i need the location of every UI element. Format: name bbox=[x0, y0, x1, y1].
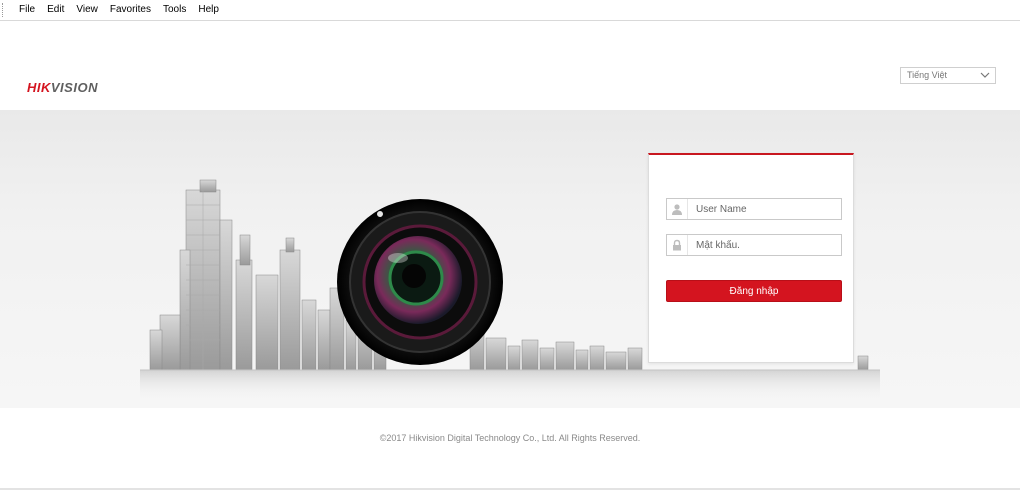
menu-tools[interactable]: Tools bbox=[157, 1, 192, 19]
chevron-down-icon bbox=[980, 72, 990, 78]
menu-favorites[interactable]: Favorites bbox=[104, 1, 157, 19]
logo-vision: VISION bbox=[50, 80, 98, 95]
footer-copyright: ©2017 Hikvision Digital Technology Co., … bbox=[379, 433, 641, 443]
hikvision-logo: HIKVISION bbox=[27, 80, 98, 95]
logo-hik: HIK bbox=[27, 80, 51, 95]
hero-banner bbox=[0, 110, 1020, 408]
menu-bar: File Edit View Favorites Tools Help bbox=[0, 0, 1020, 21]
menu-view[interactable]: View bbox=[70, 1, 104, 19]
menu-file[interactable]: File bbox=[13, 1, 41, 19]
login-panel: Đăng nhập bbox=[648, 153, 854, 363]
toolbar-grip bbox=[2, 3, 7, 17]
menu-help[interactable]: Help bbox=[192, 1, 225, 19]
user-icon bbox=[667, 199, 688, 219]
city-camera-illustration bbox=[140, 179, 880, 400]
password-field-wrapper bbox=[666, 234, 842, 256]
username-field-wrapper bbox=[666, 198, 842, 220]
password-input[interactable] bbox=[694, 238, 838, 252]
username-input[interactable] bbox=[694, 202, 838, 216]
language-selected: Tiếng Việt bbox=[907, 70, 948, 80]
camera-lens bbox=[337, 199, 503, 365]
language-select[interactable]: Tiếng Việt bbox=[900, 67, 996, 84]
login-button[interactable]: Đăng nhập bbox=[666, 280, 842, 302]
lock-icon bbox=[667, 235, 688, 255]
menu-edit[interactable]: Edit bbox=[41, 1, 70, 19]
